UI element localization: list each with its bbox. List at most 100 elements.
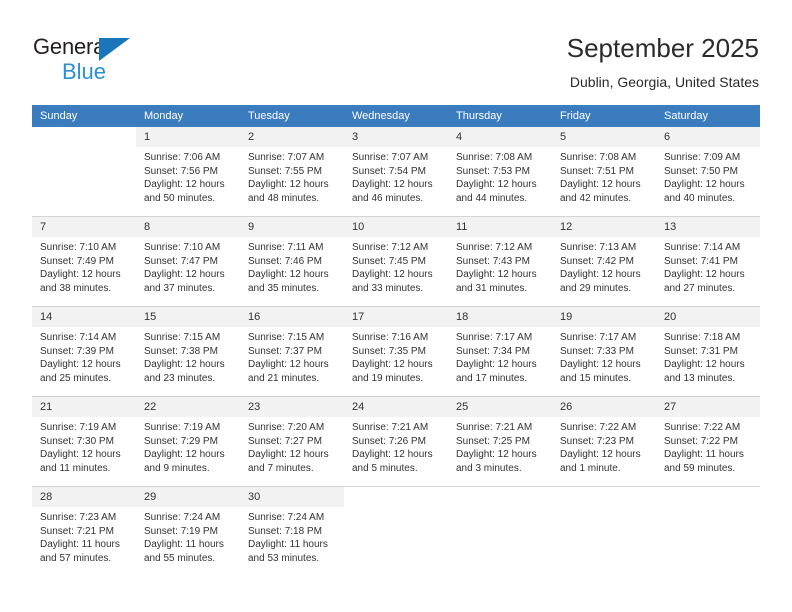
daylight-text-line2: and 29 minutes. bbox=[560, 282, 632, 294]
day-sun-info: Sunrise: 7:12 AM Sunset: 7:45 PM Daylight:… bbox=[344, 237, 448, 295]
day-cell-inner: 3 Sunrise: 7:07 AM Sunset: 7:54 PM Daylight… bbox=[344, 127, 448, 216]
daylight-text-line2: and 31 minutes. bbox=[456, 282, 528, 294]
day-sun-info: Sunrise: 7:10 AM Sunset: 7:47 PM Daylight:… bbox=[136, 237, 240, 295]
sunrise-text: Sunrise: 7:14 AM bbox=[40, 332, 117, 343]
day-number: 7 bbox=[32, 217, 136, 237]
sunset-text: Sunset: 7:31 PM bbox=[664, 345, 738, 357]
daylight-text-line1: Daylight: 12 hours bbox=[144, 359, 225, 370]
day-sun-info: Sunrise: 7:17 AM Sunset: 7:33 PM Daylight:… bbox=[552, 327, 656, 385]
weekday-header-saturday: Saturday bbox=[656, 105, 760, 127]
calendar-day-cell[interactable]: 19 Sunrise: 7:17 AM Sunset: 7:33 PM Dayligh… bbox=[552, 306, 656, 397]
calendar-day-cell[interactable]: 11 Sunrise: 7:12 AM Sunset: 7:43 PM Dayligh… bbox=[448, 216, 552, 307]
calendar-day-cell[interactable]: 25 Sunrise: 7:21 AM Sunset: 7:25 PM Dayligh… bbox=[448, 396, 552, 487]
day-number: 24 bbox=[344, 397, 448, 417]
daylight-text-line2: and 15 minutes. bbox=[560, 372, 632, 384]
day-number: 18 bbox=[448, 307, 552, 327]
daylight-text-line2: and 5 minutes. bbox=[352, 462, 418, 474]
calendar-day-cell[interactable]: 21 Sunrise: 7:19 AM Sunset: 7:30 PM Dayligh… bbox=[32, 396, 136, 487]
day-number bbox=[344, 487, 448, 507]
calendar-day-cell[interactable]: 30 Sunrise: 7:24 AM Sunset: 7:18 PM Dayligh… bbox=[240, 487, 344, 577]
day-sun-info: Sunrise: 7:09 AM Sunset: 7:50 PM Daylight:… bbox=[656, 147, 760, 205]
calendar-day-cell[interactable]: 16 Sunrise: 7:15 AM Sunset: 7:37 PM Dayligh… bbox=[240, 306, 344, 397]
sunset-text: Sunset: 7:18 PM bbox=[248, 525, 322, 537]
calendar-table: Sunday Monday Tuesday Wednesday Thursday Frid… bbox=[32, 105, 760, 576]
calendar-day-cell[interactable]: 14 Sunrise: 7:14 AM Sunset: 7:39 PM Dayligh… bbox=[32, 306, 136, 397]
daylight-text-line2: and 17 minutes. bbox=[456, 372, 528, 384]
sunset-text: Sunset: 7:50 PM bbox=[664, 165, 738, 177]
sunset-text: Sunset: 7:35 PM bbox=[352, 345, 426, 357]
day-cell-inner: 22 Sunrise: 7:19 AM Sunset: 7:29 PM Dayligh… bbox=[136, 397, 240, 486]
calendar-day-cell[interactable]: 12 Sunrise: 7:13 AM Sunset: 7:42 PM Dayligh… bbox=[552, 216, 656, 307]
calendar-day-cell[interactable]: 6 Sunrise: 7:09 AM Sunset: 7:50 PM Daylight… bbox=[656, 127, 760, 217]
calendar-day-cell[interactable]: 28 Sunrise: 7:23 AM Sunset: 7:21 PM Dayligh… bbox=[32, 487, 136, 577]
daylight-text-line1: Daylight: 12 hours bbox=[352, 269, 433, 280]
calendar-day-cell[interactable]: 1 Sunrise: 7:06 AM Sunset: 7:56 PM Daylight… bbox=[136, 127, 240, 217]
day-cell-inner: 18 Sunrise: 7:17 AM Sunset: 7:34 PM Dayligh… bbox=[448, 307, 552, 396]
day-number: 14 bbox=[32, 307, 136, 327]
calendar-day-cell[interactable]: 15 Sunrise: 7:15 AM Sunset: 7:38 PM Dayligh… bbox=[136, 306, 240, 397]
weekday-header-wednesday: Wednesday bbox=[344, 105, 448, 127]
sunset-text: Sunset: 7:29 PM bbox=[144, 435, 218, 447]
calendar-week-row: 28 Sunrise: 7:23 AM Sunset: 7:21 PM Dayligh… bbox=[32, 487, 760, 577]
daylight-text-line2: and 7 minutes. bbox=[248, 462, 314, 474]
sunset-text: Sunset: 7:39 PM bbox=[40, 345, 114, 357]
calendar-day-cell[interactable]: 17 Sunrise: 7:16 AM Sunset: 7:35 PM Dayligh… bbox=[344, 306, 448, 397]
day-sun-info: Sunrise: 7:13 AM Sunset: 7:42 PM Daylight:… bbox=[552, 237, 656, 295]
daylight-text-line1: Daylight: 12 hours bbox=[40, 359, 121, 370]
day-number: 13 bbox=[656, 217, 760, 237]
sunset-text: Sunset: 7:34 PM bbox=[456, 345, 530, 357]
daylight-text-line1: Daylight: 12 hours bbox=[248, 359, 329, 370]
calendar-day-cell[interactable]: 10 Sunrise: 7:12 AM Sunset: 7:45 PM Dayligh… bbox=[344, 216, 448, 307]
day-sun-info: Sunrise: 7:17 AM Sunset: 7:34 PM Daylight:… bbox=[448, 327, 552, 385]
day-cell-inner: 2 Sunrise: 7:07 AM Sunset: 7:55 PM Daylight… bbox=[240, 127, 344, 216]
daylight-text-line2: and 38 minutes. bbox=[40, 282, 112, 294]
calendar-day-cell[interactable]: 2 Sunrise: 7:07 AM Sunset: 7:55 PM Daylight… bbox=[240, 127, 344, 217]
calendar-day-cell[interactable]: 23 Sunrise: 7:20 AM Sunset: 7:27 PM Dayligh… bbox=[240, 396, 344, 487]
sunrise-text: Sunrise: 7:24 AM bbox=[144, 512, 221, 523]
day-sun-info: Sunrise: 7:14 AM Sunset: 7:41 PM Daylight:… bbox=[656, 237, 760, 295]
sunset-text: Sunset: 7:53 PM bbox=[456, 165, 530, 177]
daylight-text-line2: and 42 minutes. bbox=[560, 192, 632, 204]
calendar-day-cell[interactable]: 3 Sunrise: 7:07 AM Sunset: 7:54 PM Daylight… bbox=[344, 127, 448, 217]
day-number: 28 bbox=[32, 487, 136, 507]
sunrise-text: Sunrise: 7:24 AM bbox=[248, 512, 325, 523]
sunrise-text: Sunrise: 7:21 AM bbox=[456, 422, 533, 433]
sunrise-text: Sunrise: 7:07 AM bbox=[352, 152, 429, 163]
daylight-text-line1: Daylight: 12 hours bbox=[248, 179, 329, 190]
day-number: 6 bbox=[656, 127, 760, 147]
daylight-text-line1: Daylight: 12 hours bbox=[560, 179, 641, 190]
day-cell-inner: 16 Sunrise: 7:15 AM Sunset: 7:37 PM Dayligh… bbox=[240, 307, 344, 396]
calendar-day-cell[interactable]: 29 Sunrise: 7:24 AM Sunset: 7:19 PM Dayligh… bbox=[136, 487, 240, 577]
calendar-day-cell[interactable]: 27 Sunrise: 7:22 AM Sunset: 7:22 PM Dayligh… bbox=[656, 396, 760, 487]
calendar-day-cell[interactable]: 22 Sunrise: 7:19 AM Sunset: 7:29 PM Dayligh… bbox=[136, 396, 240, 487]
day-cell-inner: 13 Sunrise: 7:14 AM Sunset: 7:41 PM Dayligh… bbox=[656, 217, 760, 306]
calendar-day-cell[interactable]: 26 Sunrise: 7:22 AM Sunset: 7:23 PM Dayligh… bbox=[552, 396, 656, 487]
daylight-text-line2: and 11 minutes. bbox=[40, 462, 111, 474]
day-sun-info: Sunrise: 7:24 AM Sunset: 7:19 PM Daylight:… bbox=[136, 507, 240, 565]
sunset-text: Sunset: 7:54 PM bbox=[352, 165, 426, 177]
calendar-day-cell[interactable]: 20 Sunrise: 7:18 AM Sunset: 7:31 PM Dayligh… bbox=[656, 306, 760, 397]
calendar-day-cell[interactable]: 13 Sunrise: 7:14 AM Sunset: 7:41 PM Dayligh… bbox=[656, 216, 760, 307]
sunset-text: Sunset: 7:55 PM bbox=[248, 165, 322, 177]
calendar-day-cell[interactable]: 7 Sunrise: 7:10 AM Sunset: 7:49 PM Daylight… bbox=[32, 216, 136, 307]
calendar-day-cell[interactable]: 5 Sunrise: 7:08 AM Sunset: 7:51 PM Daylight… bbox=[552, 127, 656, 217]
day-cell-inner: 23 Sunrise: 7:20 AM Sunset: 7:27 PM Dayligh… bbox=[240, 397, 344, 486]
daylight-text-line1: Daylight: 12 hours bbox=[352, 179, 433, 190]
daylight-text-line2: and 35 minutes. bbox=[248, 282, 320, 294]
calendar-day-cell[interactable]: 18 Sunrise: 7:17 AM Sunset: 7:34 PM Dayligh… bbox=[448, 306, 552, 397]
day-number: 23 bbox=[240, 397, 344, 417]
calendar-day-cell[interactable]: 9 Sunrise: 7:11 AM Sunset: 7:46 PM Daylight… bbox=[240, 216, 344, 307]
calendar-day-cell[interactable]: 4 Sunrise: 7:08 AM Sunset: 7:53 PM Daylight… bbox=[448, 127, 552, 217]
day-sun-info: Sunrise: 7:21 AM Sunset: 7:25 PM Daylight:… bbox=[448, 417, 552, 475]
general-blue-logo[interactable]: General Blue bbox=[33, 34, 173, 84]
weekday-header-monday: Monday bbox=[136, 105, 240, 127]
day-cell-inner: 20 Sunrise: 7:18 AM Sunset: 7:31 PM Dayligh… bbox=[656, 307, 760, 396]
sunrise-text: Sunrise: 7:09 AM bbox=[664, 152, 741, 163]
daylight-text-line1: Daylight: 12 hours bbox=[664, 269, 745, 280]
sunrise-text: Sunrise: 7:06 AM bbox=[144, 152, 221, 163]
daylight-text-line2: and 21 minutes. bbox=[248, 372, 320, 384]
sunset-text: Sunset: 7:25 PM bbox=[456, 435, 530, 447]
calendar-day-cell[interactable]: 8 Sunrise: 7:10 AM Sunset: 7:47 PM Daylight… bbox=[136, 216, 240, 307]
calendar-day-cell[interactable]: 24 Sunrise: 7:21 AM Sunset: 7:26 PM Dayligh… bbox=[344, 396, 448, 487]
day-sun-info: Sunrise: 7:20 AM Sunset: 7:27 PM Daylight:… bbox=[240, 417, 344, 475]
